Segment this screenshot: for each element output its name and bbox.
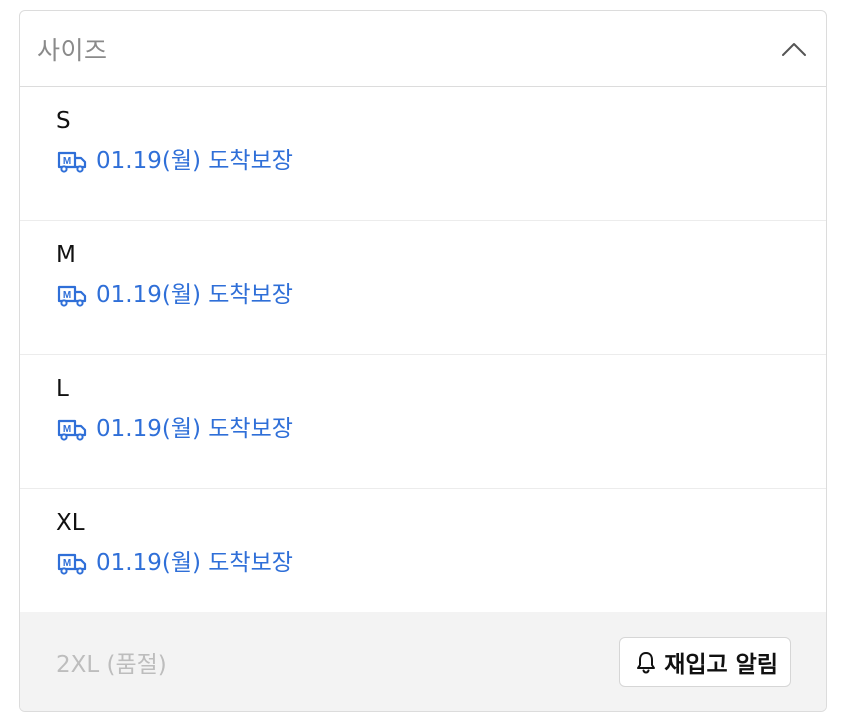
svg-text:M: M	[63, 290, 71, 301]
chevron-up-icon[interactable]	[780, 35, 808, 63]
delivery-info: M 01.19(월) 도착보장	[56, 549, 826, 577]
size-dropdown-header[interactable]: 사이즈	[20, 11, 826, 87]
size-option-l[interactable]: L M 01.19(월) 도착보장	[20, 355, 826, 489]
svg-text:M: M	[63, 424, 71, 435]
option-size-label: M	[56, 242, 76, 268]
delivery-info: M 01.19(월) 도착보장	[56, 415, 826, 443]
delivery-truck-icon: M	[56, 149, 88, 173]
delivery-date-text: 01.19(월) 도착보장	[96, 282, 293, 308]
option-size-label: S	[56, 108, 71, 134]
delivery-date-text: 01.19(월) 도착보장	[96, 148, 293, 174]
dropdown-title: 사이즈	[37, 35, 108, 65]
size-option-xl[interactable]: XL M 01.19(월) 도착보장	[20, 489, 826, 623]
delivery-truck-icon: M	[56, 417, 88, 441]
option-size-label: XL	[56, 510, 85, 536]
soldout-size-label: 2XL (품절)	[56, 651, 167, 678]
bell-icon	[634, 650, 658, 674]
size-option-s[interactable]: S M 01.19(월) 도착보장	[20, 87, 826, 221]
size-option-2xl-soldout: 2XL (품절) 재입고 알림	[20, 612, 826, 711]
option-size-label: L	[56, 376, 69, 402]
delivery-date-text: 01.19(월) 도착보장	[96, 550, 293, 576]
delivery-date-text: 01.19(월) 도착보장	[96, 416, 293, 442]
delivery-truck-icon: M	[56, 283, 88, 307]
size-dropdown: 사이즈 S M 01.19(월) 도착보장 M M 01.19(월) 도착보장 …	[19, 10, 827, 712]
delivery-info: M 01.19(월) 도착보장	[56, 281, 826, 309]
delivery-truck-icon: M	[56, 551, 88, 575]
size-option-m[interactable]: M M 01.19(월) 도착보장	[20, 221, 826, 355]
delivery-info: M 01.19(월) 도착보장	[56, 147, 826, 175]
svg-text:M: M	[63, 156, 71, 167]
restock-alert-button[interactable]: 재입고 알림	[619, 636, 791, 687]
restock-button-label: 재입고 알림	[664, 651, 778, 678]
svg-text:M: M	[63, 558, 71, 569]
